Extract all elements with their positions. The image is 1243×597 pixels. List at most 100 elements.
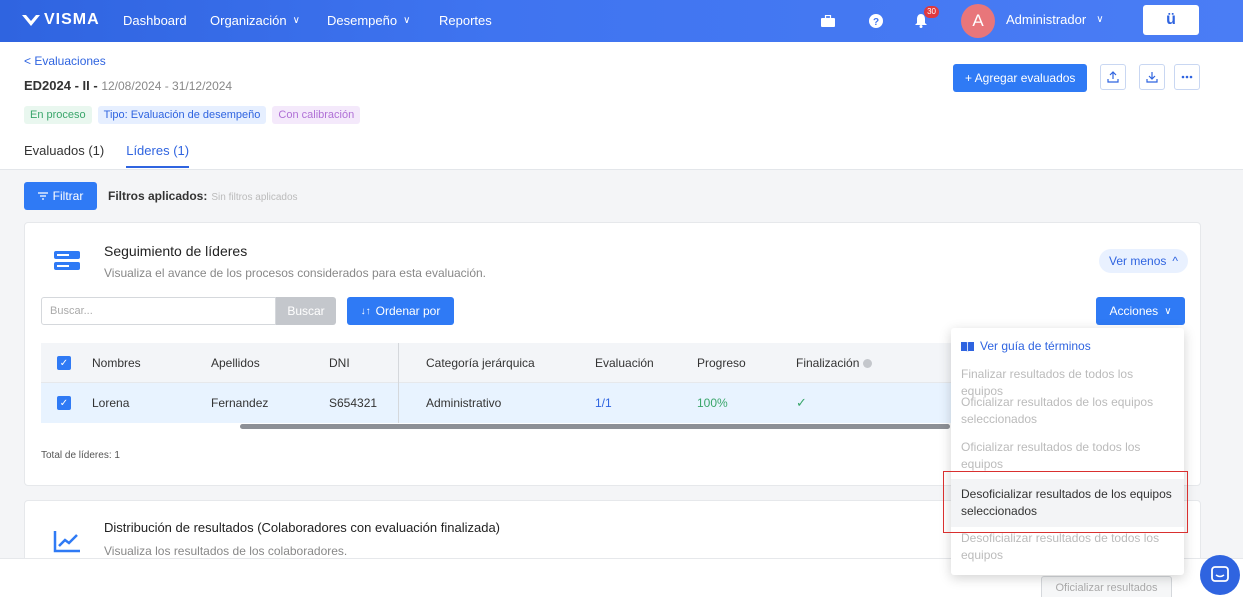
results-card-title-suffix: (Colaboradores con evaluación finalizada… — [257, 520, 501, 535]
highlight-box — [943, 471, 1188, 533]
avatar-initial: A — [972, 11, 984, 30]
ver-menos-label: Ver menos — [1109, 254, 1167, 268]
results-card-title-main: Distribución de resultados — [104, 520, 254, 535]
calibration-badge: Con calibración — [272, 106, 361, 124]
nav-organizacion-label: Organización — [210, 13, 287, 28]
column-nombres[interactable]: Nombres — [92, 343, 141, 383]
logo-text: VISMA — [44, 11, 100, 28]
cell-nombres: Lorena — [92, 396, 130, 410]
select-all-checkbox[interactable]: ✓ — [57, 343, 71, 383]
cell-apellidos: Fernandez — [211, 396, 269, 410]
menu-item-officialize-all[interactable]: Oficializar resultados de todos los equi… — [951, 439, 1184, 473]
actions-dropdown-menu: Ver guía de términos Finalizar resultado… — [951, 328, 1184, 575]
menu-item-guide[interactable]: Ver guía de términos — [951, 338, 1184, 355]
app-switcher-label: ü — [1166, 11, 1176, 28]
results-card-subtitle: Visualiza los resultados de los colabora… — [104, 544, 348, 558]
column-finalizacion[interactable]: Finalización — [796, 343, 873, 383]
tabs: Evaluados (1) Líderes (1) — [24, 143, 190, 168]
download-icon[interactable] — [1139, 64, 1165, 90]
back-link[interactable]: < Evaluaciones — [24, 54, 106, 68]
chevron-down-icon: ∨ — [1096, 14, 1104, 25]
book-icon — [961, 342, 974, 352]
menu-item-guide-label: Ver guía de términos — [980, 339, 1091, 353]
nav-dashboard-label: Dashboard — [123, 13, 187, 28]
menu-item-unofficialize-all[interactable]: Desoficializar resultados de todos los e… — [951, 530, 1184, 564]
user-name: Administrador — [1006, 12, 1087, 27]
nav-reportes[interactable]: Reportes — [439, 13, 492, 28]
filters-applied: Filtros aplicados: Sin filtros aplicados — [108, 189, 298, 203]
column-dni[interactable]: DNI — [329, 343, 350, 383]
actions-button[interactable]: Acciones ∨ — [1096, 297, 1185, 325]
top-navbar: VISMA Dashboard Organización ∨ Desempeño ∨… — [0, 0, 1243, 42]
chat-button[interactable] — [1200, 555, 1240, 595]
check-icon: ✓ — [796, 395, 807, 410]
server-icon — [54, 251, 80, 270]
more-options-icon[interactable] — [1174, 64, 1200, 90]
results-card-title: Distribución de resultados (Colaboradore… — [104, 520, 500, 535]
chat-icon — [1211, 566, 1229, 582]
line-chart-icon — [53, 531, 80, 553]
evaluation-title: ED2024 - II - 12/08/2024 - 31/12/2024 — [24, 78, 232, 93]
status-badge: En proceso — [24, 106, 92, 124]
column-progreso[interactable]: Progreso — [697, 343, 746, 383]
menu-item-officialize-selected[interactable]: Oficializar resultados de los equipos se… — [951, 394, 1184, 428]
help-icon[interactable]: ? — [866, 11, 886, 31]
chevron-up-icon: ^ — [1172, 254, 1179, 268]
nav-desempeno[interactable]: Desempeño ∨ — [327, 13, 410, 28]
search-button[interactable]: Buscar — [276, 297, 336, 325]
search-input[interactable]: Buscar... — [41, 297, 276, 325]
cell-evaluacion-link[interactable]: 1/1 — [595, 383, 612, 423]
status-tags: En proceso Tipo: Evaluación de desempeño… — [24, 106, 361, 124]
check-icon: ✓ — [57, 396, 71, 410]
app-switcher-button[interactable]: ü — [1143, 5, 1199, 35]
nav-desempeno-label: Desempeño — [327, 13, 398, 28]
bell-icon[interactable]: 30 — [911, 6, 939, 31]
tab-lideres[interactable]: Líderes (1) — [126, 143, 190, 168]
evaluation-dates: 12/08/2024 - 31/12/2024 — [101, 79, 233, 93]
svg-text:?: ? — [873, 17, 879, 28]
row-checkbox[interactable]: ✓ — [57, 383, 71, 423]
visma-mark-icon — [22, 15, 40, 26]
filters-applied-value: Sin filtros aplicados — [211, 192, 298, 203]
sort-icon: ↓↑ — [360, 305, 371, 317]
column-finalizacion-label: Finalización — [796, 356, 860, 370]
ver-menos-button[interactable]: Ver menos ^ — [1099, 249, 1189, 273]
evaluation-code: ED2024 - II - — [24, 78, 98, 93]
type-badge: Tipo: Evaluación de desempeño — [97, 106, 267, 124]
avatar[interactable]: A — [961, 4, 995, 38]
nav-organizacion[interactable]: Organización ∨ — [210, 13, 300, 28]
add-evaluados-button[interactable]: + Agregar evaluados — [953, 64, 1088, 92]
sort-button[interactable]: ↓↑ Ordenar por — [347, 297, 454, 325]
filter-icon — [37, 192, 48, 200]
filter-button-label: Filtrar — [52, 189, 84, 203]
cell-progreso: 100% — [697, 396, 728, 410]
leaders-card-subtitle: Visualiza el avance de los procesos cons… — [104, 266, 487, 280]
briefcase-icon[interactable] — [818, 11, 838, 31]
user-menu[interactable]: Administrador ∨ — [1006, 12, 1104, 27]
nav-dashboard[interactable]: Dashboard — [123, 13, 187, 28]
sort-button-label: Ordenar por — [375, 304, 441, 318]
column-apellidos[interactable]: Apellidos — [211, 343, 260, 383]
tab-evaluados[interactable]: Evaluados (1) — [24, 143, 104, 168]
cell-categoria: Administrativo — [426, 396, 502, 410]
check-icon: ✓ — [57, 356, 71, 370]
oficializar-button[interactable]: Oficializar resultados — [1041, 576, 1172, 597]
info-icon[interactable] — [863, 358, 873, 368]
column-divider — [398, 343, 399, 423]
actions-button-label: Acciones — [1109, 304, 1159, 318]
page-header: < Evaluaciones ED2024 - II - 12/08/2024 … — [0, 42, 1243, 170]
chevron-down-icon: ∨ — [1164, 305, 1172, 317]
horizontal-scrollbar[interactable] — [240, 424, 950, 429]
filter-button[interactable]: Filtrar — [24, 182, 97, 210]
column-evaluacion[interactable]: Evaluación — [595, 343, 654, 383]
notification-badge: 30 — [924, 6, 939, 18]
column-categoria[interactable]: Categoría jerárquica — [426, 343, 535, 383]
total-leaders: Total de líderes: 1 — [41, 450, 120, 461]
nav-reportes-label: Reportes — [439, 13, 492, 28]
cell-dni: S654321 — [329, 396, 378, 410]
visma-logo[interactable]: VISMA — [22, 11, 100, 29]
chevron-down-icon: ∨ — [403, 15, 411, 26]
upload-icon[interactable] — [1100, 64, 1126, 90]
filters-applied-label: Filtros aplicados: — [108, 189, 208, 203]
leaders-card-title: Seguimiento de líderes — [104, 243, 248, 259]
